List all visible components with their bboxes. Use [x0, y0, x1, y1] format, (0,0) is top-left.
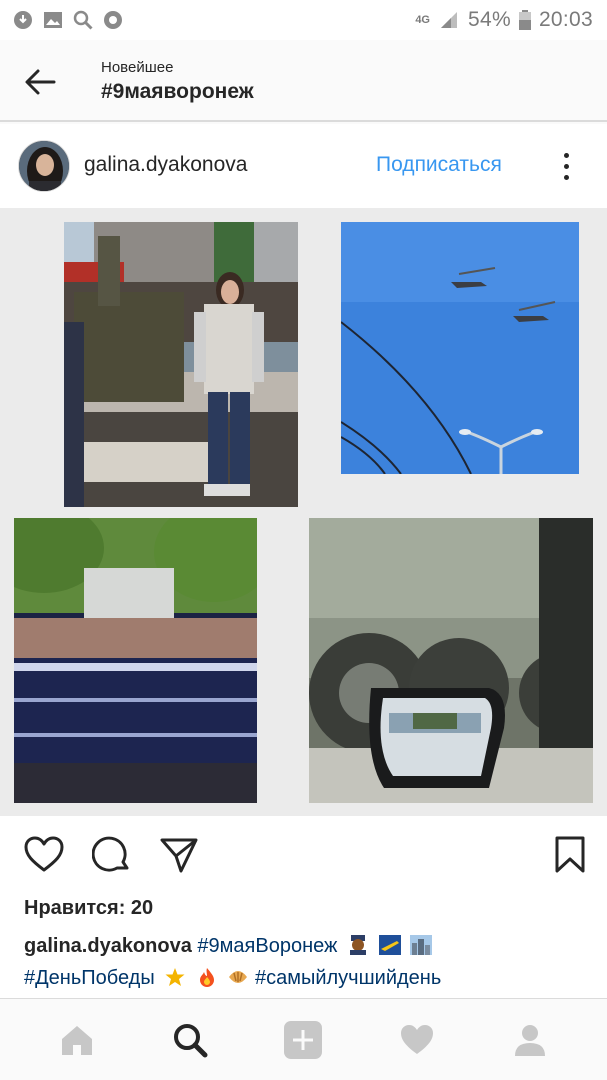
cityscape-emoji-icon [410, 933, 433, 955]
header-subtitle: Новейшее [101, 59, 174, 76]
bookmark-icon [555, 836, 585, 873]
avatar[interactable] [18, 140, 70, 192]
nav-search[interactable] [160, 1010, 220, 1070]
hashtag-9may[interactable]: #9маяВоронеж [197, 935, 337, 957]
police-officer-emoji-icon [347, 933, 369, 955]
status-right: 4G 54% 20:03 [415, 8, 593, 32]
cloud-download-icon [12, 9, 34, 31]
photo-military-crowd [14, 518, 257, 803]
nav-home[interactable] [47, 1010, 107, 1070]
photo-armored-vehicle-mirror [309, 518, 593, 803]
app-header: Новейшее #9маяворонеж [0, 40, 607, 122]
back-button[interactable] [20, 62, 60, 102]
clock: 20:03 [538, 8, 593, 31]
battery-percent: 54% [468, 8, 511, 31]
bookmark-button[interactable] [548, 833, 592, 877]
post-caption: galina.dyakonova #9маяВоронеж #ДеньПобед… [24, 930, 594, 994]
bottom-nav [0, 998, 607, 1080]
post-actions: Нравится: 20 galina.dyakonova #9маяВорон… [0, 816, 607, 998]
caption-line-2: #ДеньПобеды #самыйлучшийдень [24, 962, 594, 994]
image-icon [42, 9, 64, 31]
post-image[interactable] [0, 208, 607, 816]
caption-line-1: galina.dyakonova #9маяВоронеж [24, 930, 594, 962]
photo-helicopters-sky [341, 222, 579, 474]
hashtag-den-pobedy[interactable]: #ДеньПобеды [24, 967, 155, 989]
caption-username[interactable]: galina.dyakonova [24, 935, 192, 957]
like-button[interactable] [22, 833, 66, 877]
status-bar: 4G 54% 20:03 [0, 0, 607, 40]
network-type: 4G [415, 14, 430, 26]
status-left [12, 9, 124, 31]
post-header: galina.dyakonova Подписаться [0, 124, 607, 208]
nav-activity[interactable] [387, 1010, 447, 1070]
pastry-emoji-icon [227, 965, 249, 985]
fire-emoji-icon [196, 965, 218, 987]
star-emoji-icon [164, 965, 186, 986]
profile-icon [515, 1024, 546, 1056]
send-icon [160, 838, 198, 873]
search-icon [72, 9, 94, 31]
page-title: #9маяворонеж [101, 80, 254, 103]
likes-count[interactable]: Нравится: 20 [24, 897, 153, 920]
nav-add[interactable] [273, 1010, 333, 1070]
photo-woman-at-parade [64, 222, 298, 507]
add-icon [284, 1020, 323, 1059]
record-icon [102, 9, 124, 31]
more-vertical-icon[interactable] [552, 146, 580, 186]
signal-icon [438, 9, 460, 31]
post-username[interactable]: galina.dyakonova [84, 153, 247, 177]
airplane-emoji-icon [378, 933, 401, 955]
heart-icon [400, 1024, 433, 1054]
battery-icon [518, 9, 531, 31]
follow-button[interactable]: Подписаться [376, 153, 502, 177]
share-button[interactable] [157, 833, 201, 877]
nav-profile[interactable] [500, 1010, 560, 1070]
back-arrow-icon [25, 69, 56, 95]
hashtag-best-day[interactable]: #самыйлучшийдень [255, 967, 441, 989]
search-icon [174, 1023, 208, 1057]
comment-button[interactable] [90, 833, 134, 877]
home-icon [61, 1025, 92, 1055]
heart-outline-icon [24, 836, 64, 872]
comment-icon [92, 836, 129, 872]
